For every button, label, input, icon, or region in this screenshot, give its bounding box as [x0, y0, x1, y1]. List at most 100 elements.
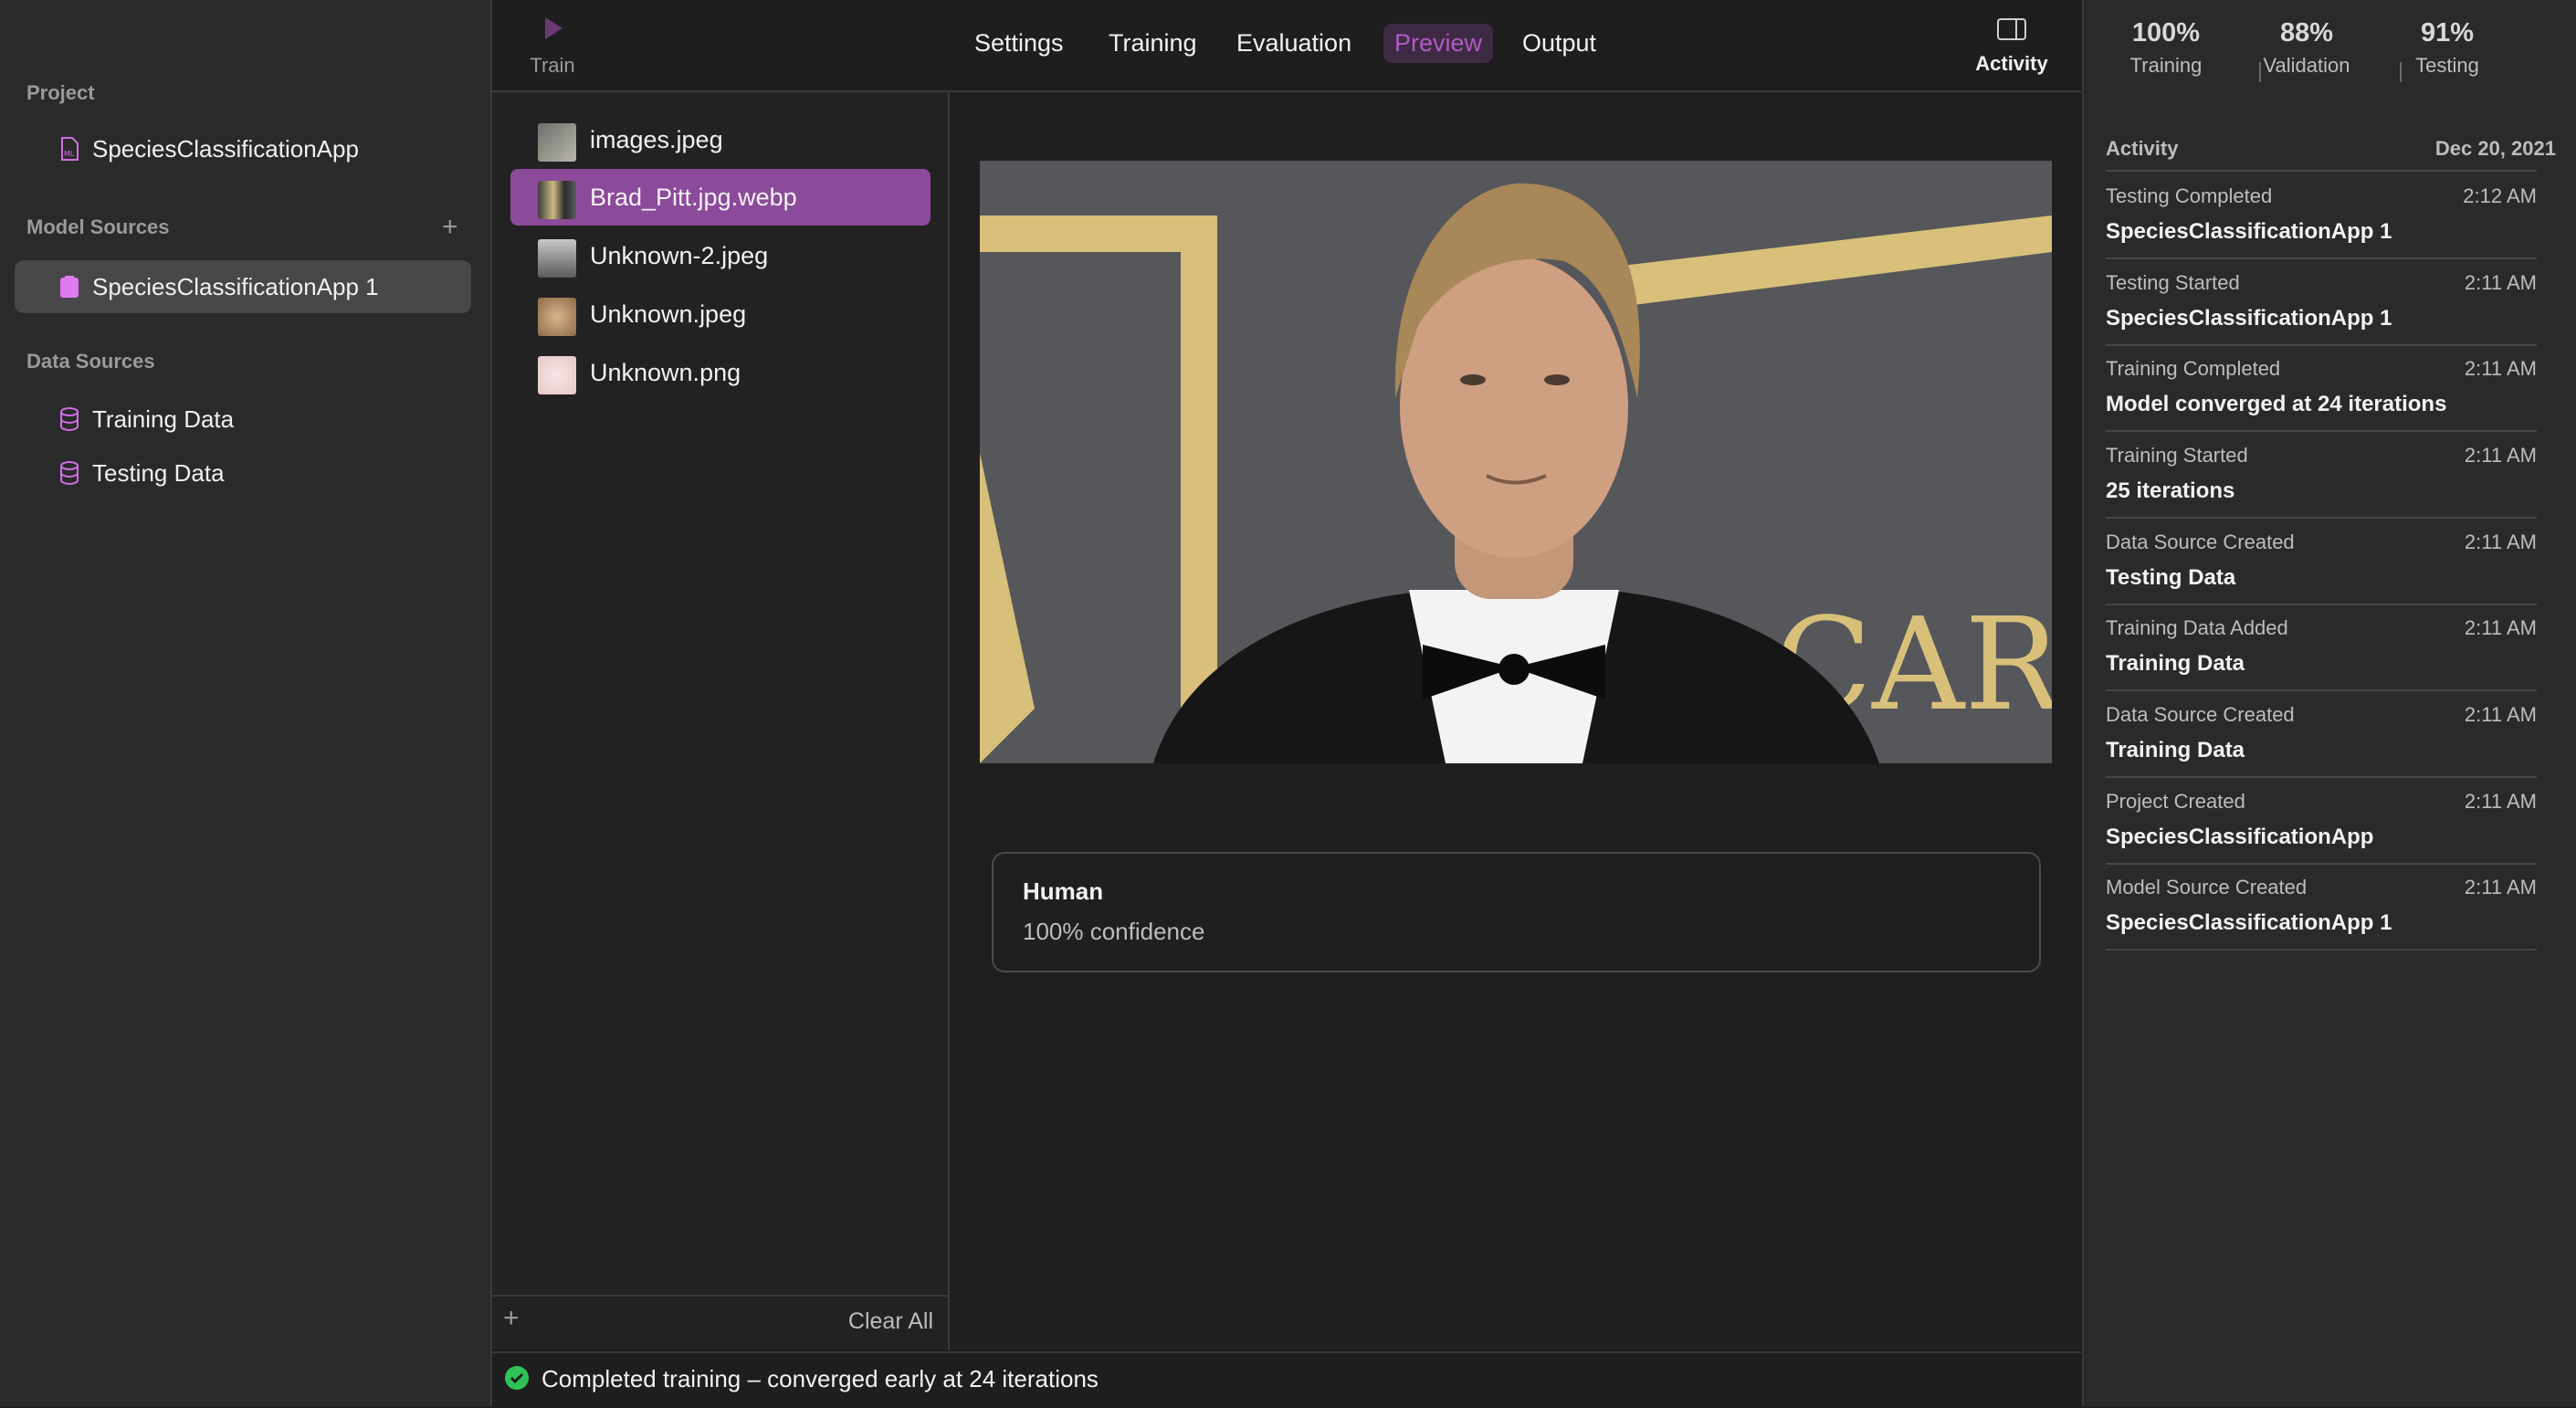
database-icon [60, 461, 79, 486]
image-thumbnail [538, 239, 576, 278]
prediction-card: Human 100% confidence [992, 852, 2041, 972]
activity-entry-title: Project Created [2106, 790, 2245, 813]
list-item[interactable]: Brad_Pitt.jpg.webp [510, 169, 931, 226]
activity-entry: Testing Started 2:11 AM SpeciesClassific… [2106, 258, 2537, 346]
image-thumbnail [538, 181, 576, 219]
list-item[interactable]: Unknown.png [510, 344, 931, 401]
sidebar-item-testing-data[interactable]: Testing Data [15, 447, 471, 499]
preview-pane: CARS Human 100% confidence [950, 92, 2081, 1350]
activity-entry-title: Training Completed [2106, 357, 2281, 380]
divider [492, 1295, 948, 1297]
data-sources-title: Data Sources [26, 350, 155, 373]
activity-entry-detail: Training Data [2106, 651, 2245, 676]
model-source-icon [60, 276, 79, 298]
activity-entry: Project Created 2:11 AM SpeciesClassific… [2106, 777, 2537, 865]
prediction-confidence: 100% confidence [1023, 918, 1205, 945]
list-item[interactable]: Unknown-2.jpeg [510, 227, 931, 284]
mlmodel-file-icon: ML [61, 137, 79, 161]
sidebar-right-icon [1997, 18, 2026, 40]
activity-entry-time: 2:11 AM [2464, 703, 2537, 726]
image-thumbnail [538, 298, 576, 336]
play-icon [545, 17, 563, 39]
activity-entry-time: 2:11 AM [2464, 616, 2537, 639]
file-name: Unknown.jpeg [590, 300, 747, 328]
activity-entry-title: Testing Started [2106, 271, 2240, 294]
activity-entry-time: 2:11 AM [2464, 357, 2537, 380]
file-name: Unknown.png [590, 359, 741, 386]
activity-entry-title: Data Source Created [2106, 531, 2295, 553]
sidebar-item-label: SpeciesClassificationApp 1 [92, 272, 379, 300]
metric-label: Testing [2415, 54, 2479, 77]
train-label: Train [530, 54, 575, 77]
file-name: images.jpeg [590, 126, 723, 153]
tab-preview[interactable]: Preview [1383, 24, 1494, 63]
file-name: Unknown-2.jpeg [590, 242, 769, 269]
toolbar: Train Settings Training Evaluation Previ… [492, 0, 2081, 92]
metric-label: Training [2129, 54, 2203, 77]
image-thumbnail [538, 356, 576, 394]
sidebar: Project ML SpeciesClassificationApp Mode… [0, 0, 492, 1406]
activity-entry-detail: SpeciesClassificationApp 1 [2106, 219, 2392, 244]
sidebar-item-model-source[interactable]: SpeciesClassificationApp 1 [15, 260, 471, 313]
metric-value: 91% [2420, 18, 2475, 47]
activity-entry-detail: 25 iterations [2106, 478, 2235, 503]
tab-training[interactable]: Training [1098, 24, 1208, 63]
metric-validation: 88% Validation [2238, 18, 2375, 78]
activity-entry-detail: Model converged at 24 iterations [2106, 392, 2447, 416]
tab-evaluation[interactable]: Evaluation [1225, 24, 1362, 63]
activity-entry-time: 2:11 AM [2464, 271, 2537, 294]
svg-text:ML: ML [64, 150, 75, 158]
activity-entry-title: Training Started [2106, 444, 2248, 467]
sidebar-item-training-data[interactable]: Training Data [15, 393, 471, 446]
sidebar-item-project[interactable]: ML SpeciesClassificationApp [15, 122, 471, 175]
activity-toggle-label: Activity [1975, 52, 2048, 75]
sidebar-item-label: Training Data [92, 405, 235, 433]
activity-entry: Model Source Created 2:11 AM SpeciesClas… [2106, 863, 2537, 951]
sidebar-item-label: Testing Data [92, 458, 225, 487]
checkmark-circle-icon [505, 1366, 529, 1390]
metric-value: 100% [2131, 18, 2201, 47]
activity-entry-detail: Testing Data [2106, 565, 2236, 590]
activity-entry: Training Started 2:11 AM 25 iterations [2106, 431, 2537, 519]
metric-label: Validation [2263, 54, 2350, 77]
file-list: images.jpeg Brad_Pitt.jpg.webp Unknown-2… [492, 92, 950, 1350]
metric-training: 100% Training [2098, 18, 2234, 78]
activity-entry-title: Training Data Added [2106, 616, 2288, 639]
train-button[interactable]: Train [516, 15, 589, 78]
image-thumbnail [538, 123, 576, 162]
tab-settings[interactable]: Settings [963, 24, 1075, 63]
activity-entry-title: Model Source Created [2106, 876, 2308, 898]
activity-entry-time: 2:12 AM [2463, 184, 2537, 207]
add-file-plus-icon[interactable]: + [503, 1303, 520, 1334]
status-text: Completed training – converged early at … [541, 1365, 1099, 1392]
activity-panel: 100% Training 88% Validation 91% Testing… [2082, 0, 2576, 1406]
database-icon [60, 407, 79, 432]
activity-entry: Data Source Created 2:11 AM Training Dat… [2106, 690, 2537, 778]
metric-testing: 91% Testing [2379, 18, 2516, 78]
activity-entry-detail: SpeciesClassificationApp 1 [2106, 910, 2392, 935]
model-sources-title: Model Sources [26, 215, 170, 238]
activity-title: Activity [2106, 137, 2179, 160]
activity-date: Dec 20, 2021 [2434, 137, 2556, 160]
tab-output[interactable]: Output [1511, 24, 1607, 63]
clear-all-button[interactable]: Clear All [848, 1308, 933, 1335]
activity-entry-detail: SpeciesClassificationApp [2106, 825, 2374, 849]
activity-entry-title: Testing Completed [2106, 184, 2273, 207]
sidebar-item-label: SpeciesClassificationApp [92, 134, 359, 163]
activity-entry-time: 2:11 AM [2464, 531, 2537, 553]
preview-image: CARS [980, 161, 2052, 763]
metric-value: 88% [2279, 18, 2334, 47]
add-model-source-plus-icon[interactable]: + [442, 212, 458, 243]
list-item[interactable]: images.jpeg [510, 111, 931, 168]
list-item[interactable]: Unknown.jpeg [510, 286, 931, 342]
file-name: Brad_Pitt.jpg.webp [590, 184, 797, 211]
activity-entry-time: 2:11 AM [2464, 790, 2537, 813]
activity-entry: Data Source Created 2:11 AM Testing Data [2106, 518, 2537, 605]
status-bar: Completed training – converged early at … [492, 1351, 2081, 1408]
prediction-label: Human [1023, 877, 1104, 905]
activity-toggle-button[interactable]: Activity [1966, 16, 2057, 76]
project-section-title: Project [26, 81, 95, 104]
activity-entry-time: 2:11 AM [2464, 444, 2537, 467]
activity-entry-title: Data Source Created [2106, 703, 2295, 726]
activity-entry-time: 2:11 AM [2464, 876, 2537, 898]
